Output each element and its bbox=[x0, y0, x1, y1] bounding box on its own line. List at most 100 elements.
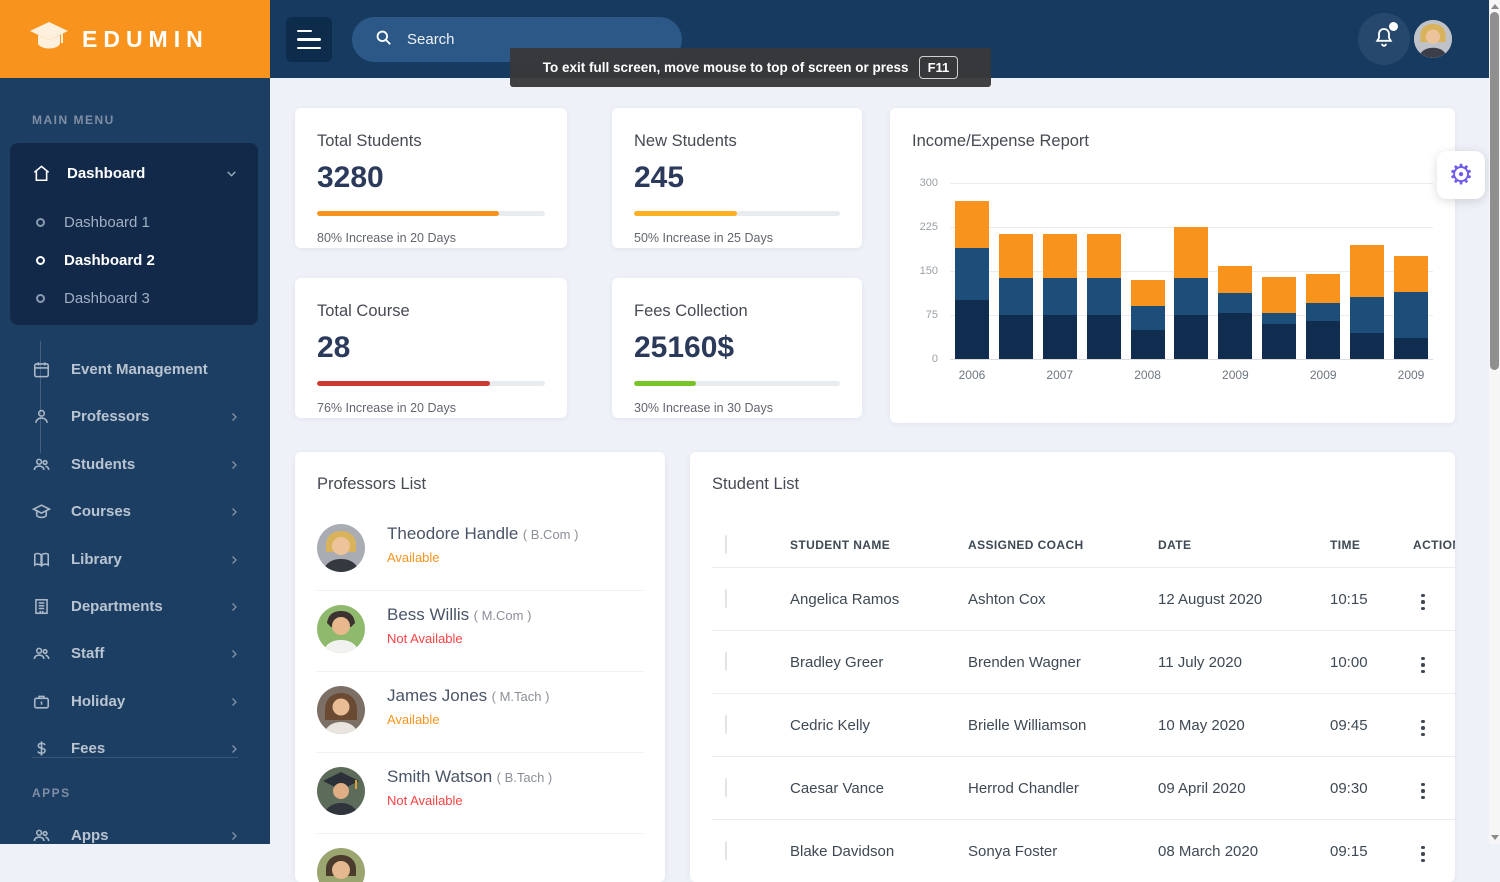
chart: 0 75 150 225 300 bbox=[912, 177, 1433, 365]
table-header-row: STUDENT NAME ASSIGNED COACH DATE TIME AC… bbox=[712, 522, 1455, 568]
student-list-title: Student List bbox=[712, 475, 800, 493]
sidebar-divider bbox=[32, 757, 238, 758]
row-actions-menu-icon[interactable] bbox=[1413, 716, 1433, 741]
notification-badge bbox=[1389, 22, 1398, 31]
row-checkbox[interactable] bbox=[725, 589, 727, 608]
income-expense-chart-card: Income/Expense Report 0 75 150 225 300 2006 2… bbox=[890, 108, 1455, 423]
chevron-right-icon bbox=[228, 648, 240, 660]
chevron-right-icon bbox=[228, 411, 240, 423]
scrollbar-thumb[interactable] bbox=[1490, 12, 1499, 370]
professor-degree: ( M.Com ) bbox=[473, 608, 532, 623]
date: 11 July 2020 bbox=[1158, 653, 1242, 671]
row-actions-menu-icon[interactable] bbox=[1413, 842, 1433, 867]
professor-degree: ( B.Tach ) bbox=[496, 770, 553, 785]
sidebar-item-dashboard-1[interactable]: Dashboard 1 bbox=[10, 203, 258, 241]
chart-bar bbox=[1218, 266, 1253, 359]
home-icon bbox=[32, 164, 51, 183]
student-name: Blake Davidson bbox=[790, 842, 895, 860]
building-icon bbox=[32, 597, 51, 616]
sidebar-item-library[interactable]: Library bbox=[0, 536, 270, 583]
sidebar-item-courses[interactable]: Courses bbox=[0, 488, 270, 535]
table-row: Caesar Vance Herrod Chandler 09 April 20… bbox=[712, 757, 1455, 820]
menu-toggle-button[interactable] bbox=[286, 17, 332, 62]
chevron-down-icon bbox=[225, 167, 238, 180]
chart-title: Income/Expense Report bbox=[912, 132, 1090, 150]
settings-button[interactable]: ⚙ bbox=[1437, 151, 1485, 199]
people-icon bbox=[32, 455, 51, 474]
stat-title: New Students bbox=[634, 132, 737, 150]
sidebar-item-professors[interactable]: Professors bbox=[0, 393, 270, 440]
professor-status: Available bbox=[387, 712, 440, 727]
scrollbar-down-arrow[interactable] bbox=[1490, 835, 1499, 840]
professor-avatar bbox=[317, 605, 365, 653]
professors-list-title: Professors List bbox=[317, 475, 427, 493]
people-icon bbox=[32, 644, 51, 663]
chart-bar bbox=[1394, 256, 1429, 359]
student-name: Angelica Ramos bbox=[790, 590, 900, 608]
chart-y-axis: 0 75 150 225 300 bbox=[919, 177, 938, 365]
time: 10:00 bbox=[1330, 653, 1368, 671]
column-header-date: DATE bbox=[1158, 537, 1192, 552]
professor-list-item[interactable] bbox=[317, 834, 643, 882]
sidebar-item-event-management[interactable]: Event Management bbox=[0, 346, 270, 393]
dollar-icon bbox=[32, 739, 51, 758]
sidebar: EDUMIN MAIN MENU Dashboard Dashboard 1 D… bbox=[0, 0, 270, 844]
sidebar-item-dashboard-2[interactable]: Dashboard 2 bbox=[10, 241, 258, 279]
scrollbar-up-arrow[interactable] bbox=[1490, 4, 1499, 9]
row-actions-menu-icon[interactable] bbox=[1413, 653, 1433, 678]
notifications-button[interactable] bbox=[1358, 13, 1410, 65]
professor-status: Available bbox=[387, 550, 440, 565]
user-avatar[interactable] bbox=[1414, 20, 1452, 58]
sidebar-item-holiday[interactable]: Holiday bbox=[0, 678, 270, 725]
chart-bar bbox=[1042, 234, 1077, 359]
row-actions-menu-icon[interactable] bbox=[1413, 590, 1433, 615]
select-all-checkbox[interactable] bbox=[725, 534, 727, 554]
table-row: Bradley Greer Brenden Wagner 11 July 202… bbox=[712, 631, 1455, 694]
assigned-coach: Herrod Chandler bbox=[968, 779, 1079, 797]
time: 09:30 bbox=[1330, 779, 1368, 797]
sidebar-item-students[interactable]: Students bbox=[0, 441, 270, 488]
professor-degree: ( B.Com ) bbox=[522, 527, 579, 542]
person-icon bbox=[32, 407, 51, 426]
professor-list-item[interactable]: James Jones ( M.Tach ) Available bbox=[317, 672, 643, 753]
student-table: STUDENT NAME ASSIGNED COACH DATE TIME AC… bbox=[712, 522, 1455, 882]
row-checkbox[interactable] bbox=[725, 715, 727, 734]
professor-list-item[interactable]: Smith Watson ( B.Tach ) Not Available bbox=[317, 753, 643, 834]
student-name: Bradley Greer bbox=[790, 653, 884, 671]
search-input[interactable] bbox=[407, 31, 647, 48]
chart-bar bbox=[1262, 276, 1297, 359]
date: 09 April 2020 bbox=[1158, 779, 1246, 797]
professor-list-item[interactable]: Theodore Handle ( B.Com ) Available bbox=[317, 510, 643, 591]
sidebar-item-dashboard[interactable]: Dashboard bbox=[10, 143, 258, 203]
stat-subtitle: 80% Increase in 20 Days bbox=[317, 231, 456, 245]
professor-status: Not Available bbox=[387, 793, 463, 808]
stat-card-total-students: Total Students 3280 80% Increase in 20 D… bbox=[295, 108, 567, 248]
chart-bar bbox=[954, 200, 989, 359]
stat-value: 25160$ bbox=[634, 331, 735, 364]
stat-value: 3280 bbox=[317, 161, 384, 194]
sidebar-item-apps[interactable]: Apps bbox=[0, 812, 270, 859]
chevron-right-icon bbox=[228, 554, 240, 566]
briefcase-icon bbox=[32, 692, 51, 711]
assigned-coach: Ashton Cox bbox=[968, 590, 1046, 608]
sidebar-item-departments[interactable]: Departments bbox=[0, 583, 270, 630]
chevron-right-icon bbox=[228, 459, 240, 471]
app-logo[interactable]: EDUMIN bbox=[0, 0, 270, 78]
sidebar-item-fees[interactable]: Fees bbox=[0, 725, 270, 772]
calendar-icon bbox=[32, 360, 51, 379]
fullscreen-banner-text: To exit full screen, move mouse to top o… bbox=[542, 60, 909, 75]
stat-subtitle: 50% Increase in 25 Days bbox=[634, 231, 773, 245]
chart-bar bbox=[1306, 273, 1341, 359]
sidebar-item-staff[interactable]: Staff bbox=[0, 630, 270, 677]
chevron-right-icon bbox=[228, 506, 240, 518]
row-checkbox[interactable] bbox=[725, 778, 727, 797]
professor-name: Theodore Handle bbox=[387, 524, 519, 543]
assigned-coach: Brenden Wagner bbox=[968, 653, 1081, 671]
column-header-action: ACTION bbox=[1413, 537, 1455, 552]
professor-avatar bbox=[317, 686, 365, 734]
professor-list-item[interactable]: Bess Willis ( M.Com ) Not Available bbox=[317, 591, 643, 672]
professor-degree: ( M.Tach ) bbox=[491, 689, 550, 704]
row-actions-menu-icon[interactable] bbox=[1413, 779, 1433, 804]
row-checkbox[interactable] bbox=[725, 652, 727, 671]
sidebar-item-dashboard-3[interactable]: Dashboard 3 bbox=[10, 279, 258, 317]
